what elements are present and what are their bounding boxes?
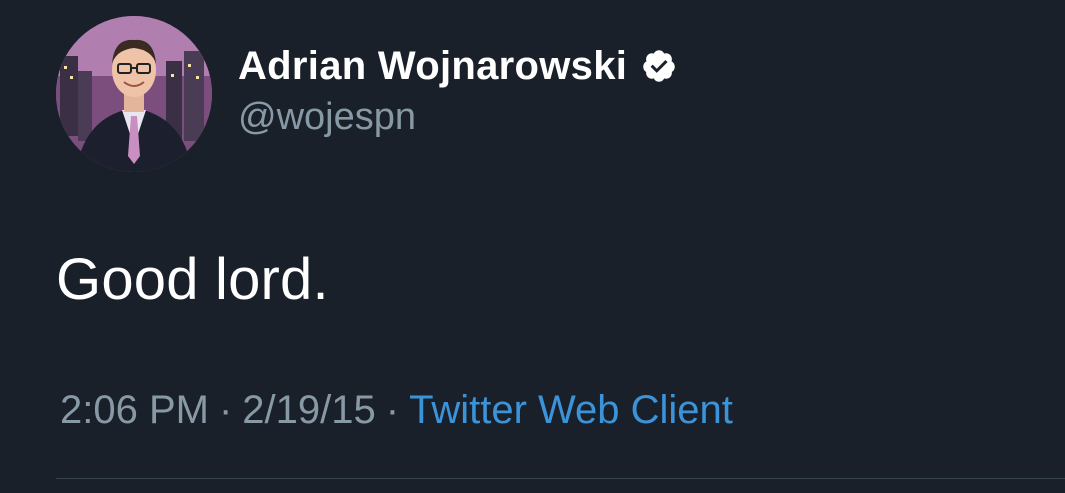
tweet-meta: 2:06 PM · 2/19/15 · Twitter Web Client <box>60 388 733 433</box>
author-display-name[interactable]: Adrian Wojnarowski <box>238 44 627 89</box>
verified-badge-icon <box>641 48 677 84</box>
divider <box>56 478 1065 479</box>
name-row: Adrian Wojnarowski <box>238 38 677 94</box>
meta-separator: · <box>218 388 233 432</box>
meta-separator: · <box>385 388 400 432</box>
avatar[interactable] <box>56 16 212 172</box>
tweet-text: Good lord. <box>56 247 329 312</box>
tweet-date[interactable]: 2/19/15 <box>242 388 375 432</box>
author-block: Adrian Wojnarowski @wojespn <box>238 38 677 139</box>
tweet-time[interactable]: 2:06 PM <box>60 388 209 432</box>
author-handle[interactable]: @wojespn <box>238 96 677 139</box>
tweet-source-link[interactable]: Twitter Web Client <box>409 388 733 432</box>
avatar-photo <box>56 16 212 172</box>
tweet-card: Adrian Wojnarowski @wojespn Good lord. 2… <box>0 0 1065 493</box>
